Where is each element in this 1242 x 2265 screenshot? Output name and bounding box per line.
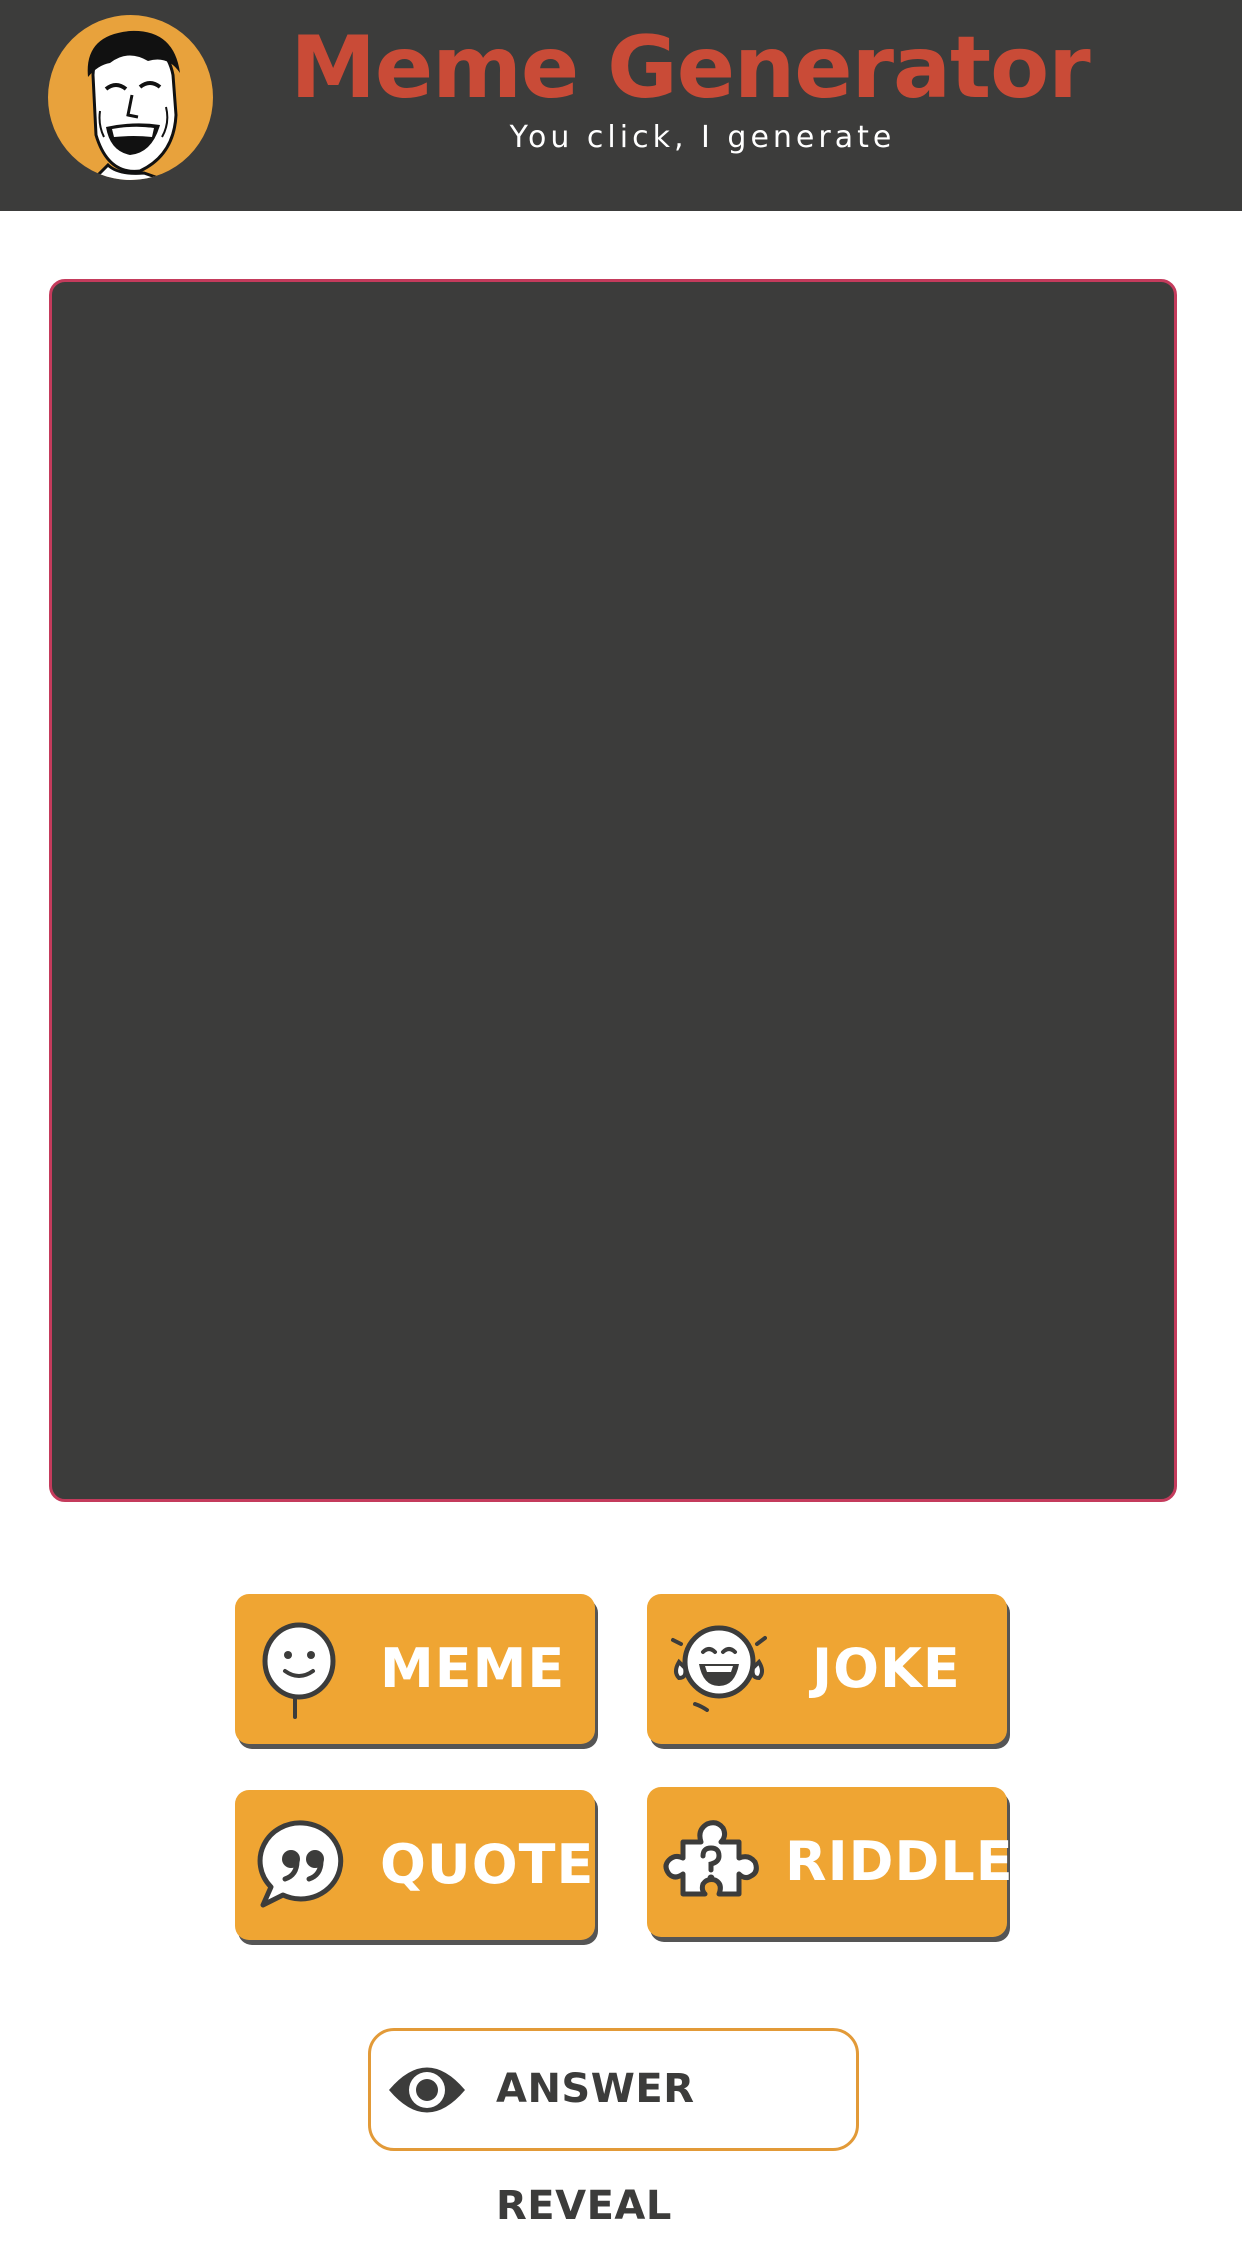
logo: [48, 15, 213, 180]
meme-button[interactable]: MEME: [235, 1594, 595, 1744]
meme-button-label: MEME: [380, 1637, 566, 1700]
puzzle-question-icon: [661, 1812, 761, 1912]
answer-reveal-button[interactable]: ANSWER REVEAL: [368, 2028, 859, 2229]
quote-bubble-icon: [253, 1815, 353, 1915]
quote-button-label: QUOTE: [380, 1833, 595, 1896]
answer-reveal-label: ANSWER REVEAL: [496, 2066, 695, 2229]
generated-content-canvas: [49, 279, 1177, 1502]
meme-face-icon: [253, 1619, 353, 1719]
quote-button[interactable]: QUOTE: [235, 1790, 595, 1940]
page-title: Meme Generator: [290, 18, 1090, 118]
eye-icon: [387, 2053, 467, 2127]
laughing-tears-icon: [667, 1612, 767, 1712]
page-subtitle: You click, I generate: [509, 120, 896, 155]
joke-button[interactable]: JOKE: [647, 1594, 1007, 1744]
app-header: Meme Generator You click, I generate: [0, 0, 1242, 211]
riddle-button[interactable]: RIDDLE: [647, 1787, 1013, 1937]
joke-button-label: JOKE: [812, 1637, 961, 1700]
laughing-meme-face-icon: [87, 30, 180, 180]
riddle-button-label: RIDDLE: [785, 1830, 1014, 1893]
